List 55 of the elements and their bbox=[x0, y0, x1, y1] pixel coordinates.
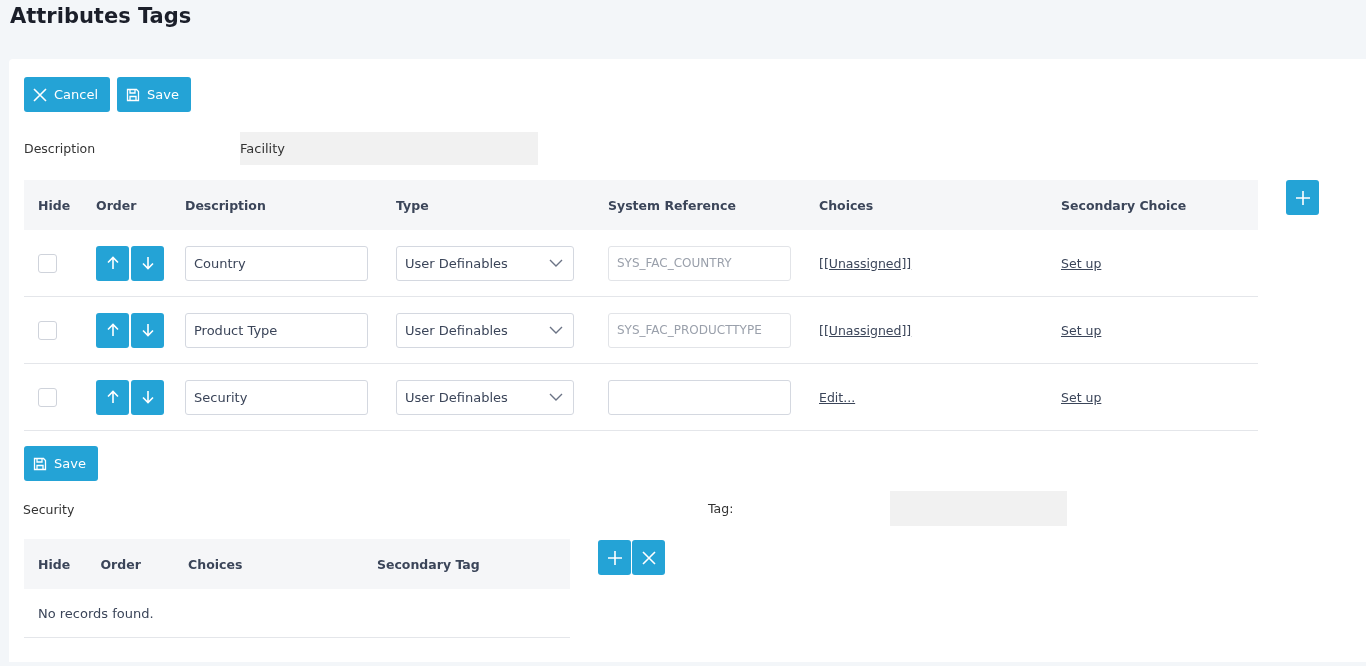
remove-button[interactable] bbox=[632, 540, 665, 575]
choices-link[interactable]: Edit... bbox=[819, 389, 856, 405]
close-icon bbox=[641, 550, 656, 565]
move-up-button[interactable] bbox=[96, 379, 129, 415]
secondary-choice-link[interactable]: Set up bbox=[1061, 389, 1102, 405]
plus-icon bbox=[1294, 189, 1311, 206]
choices-link[interactable]: [[Unassigned]] bbox=[819, 322, 912, 338]
close-icon bbox=[33, 87, 47, 102]
column-header: Hide bbox=[37, 556, 72, 572]
column-header: Secondary Tag bbox=[375, 556, 481, 572]
move-up-button[interactable] bbox=[96, 312, 129, 348]
hide-checkbox[interactable] bbox=[38, 387, 57, 407]
arrow-down-icon bbox=[140, 256, 155, 270]
empty-message: No records found. bbox=[38, 605, 154, 621]
type-dropdown[interactable]: User Definables bbox=[396, 312, 574, 348]
type-dropdown[interactable]: User Definables bbox=[396, 379, 574, 415]
description-input[interactable]: Country bbox=[185, 245, 368, 281]
chevron-down-icon bbox=[549, 393, 563, 401]
column-header: Choices bbox=[818, 197, 875, 213]
description-input[interactable]: Security bbox=[185, 379, 368, 415]
hide-checkbox[interactable] bbox=[38, 320, 57, 340]
tag-label: Tag: bbox=[708, 501, 735, 516]
move-down-button[interactable] bbox=[131, 245, 164, 281]
column-header: Secondary Choice bbox=[1060, 197, 1188, 213]
add-button[interactable] bbox=[598, 540, 631, 575]
hide-checkbox[interactable] bbox=[38, 253, 57, 273]
secondary-choice-link[interactable]: Set up bbox=[1061, 322, 1102, 338]
column-header: Order bbox=[95, 197, 138, 213]
section-label: Security bbox=[23, 502, 76, 517]
page-title: Attributes Tags bbox=[9, 3, 193, 30]
column-header: Order bbox=[99, 556, 142, 572]
secondary-choice-link[interactable]: Set up bbox=[1061, 255, 1102, 271]
move-down-button[interactable] bbox=[131, 312, 164, 348]
arrow-down-icon bbox=[140, 323, 155, 337]
arrow-down-icon bbox=[140, 390, 155, 404]
description-input[interactable]: Product Type bbox=[185, 312, 368, 348]
column-header: Choices bbox=[187, 556, 244, 572]
arrow-up-icon bbox=[105, 256, 120, 270]
column-header: Description bbox=[184, 197, 267, 213]
arrow-up-icon bbox=[105, 390, 120, 404]
choices-link[interactable]: [[Unassigned]] bbox=[819, 255, 912, 271]
system-reference-input[interactable] bbox=[608, 379, 791, 415]
move-up-button[interactable] bbox=[96, 245, 129, 281]
description-field[interactable]: Facility bbox=[240, 132, 538, 165]
chevron-down-icon bbox=[549, 259, 563, 267]
type-dropdown[interactable]: User Definables bbox=[396, 245, 574, 281]
move-down-button[interactable] bbox=[131, 379, 164, 415]
chevron-down-icon bbox=[549, 326, 563, 334]
description-label: Description bbox=[24, 141, 97, 156]
column-header: System Reference bbox=[607, 197, 737, 213]
plus-icon bbox=[606, 549, 623, 566]
column-header: Type bbox=[395, 197, 430, 213]
add-row-button[interactable] bbox=[1286, 180, 1319, 215]
column-header: Hide bbox=[37, 197, 72, 213]
arrow-up-icon bbox=[105, 323, 120, 337]
